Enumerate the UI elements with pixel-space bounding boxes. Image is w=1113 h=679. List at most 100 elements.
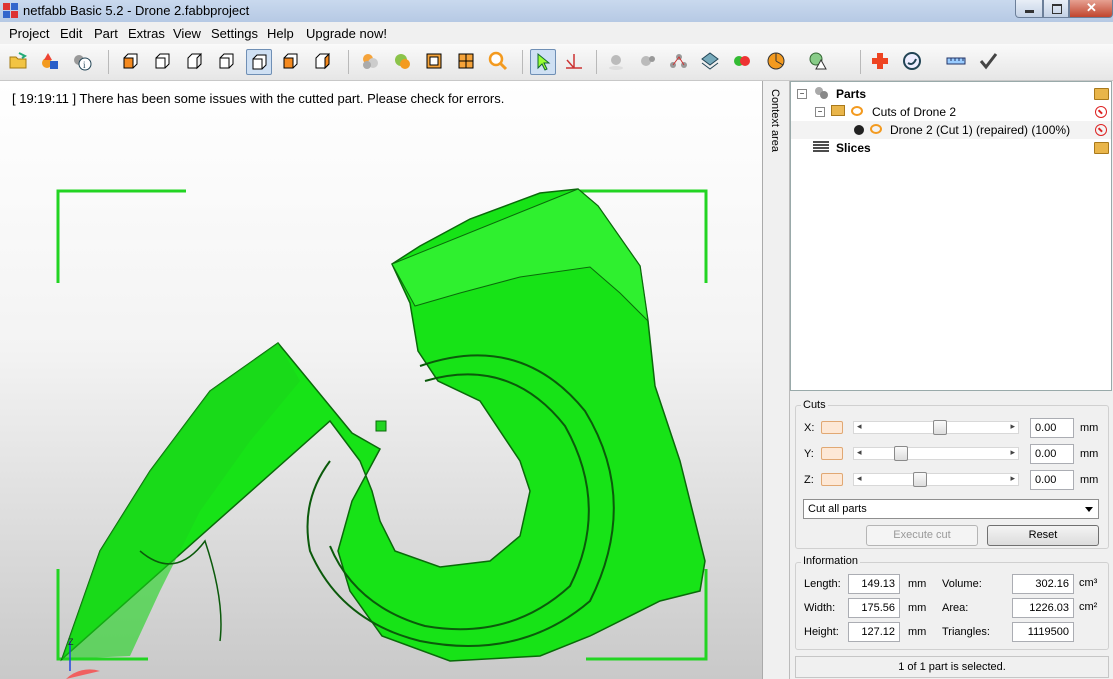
repair-icon[interactable] — [868, 49, 894, 75]
parts-tree: − Parts − Cuts of Drone 2 Drone 2 (Cut 1… — [790, 81, 1112, 391]
menu-project[interactable]: Project — [9, 26, 49, 41]
zoom-icon[interactable] — [486, 49, 512, 75]
context-area-label: Context area — [769, 89, 781, 152]
menu-upgrade[interactable]: Upgrade now! — [306, 26, 387, 41]
select-icon[interactable] — [530, 49, 556, 75]
tree-part-label: Drone 2 (Cut 1) (repaired) (100%) — [890, 123, 1071, 137]
visibility-eye-icon[interactable] — [851, 106, 863, 116]
cut-x-input[interactable]: 0.00 — [1030, 418, 1074, 438]
tree-slices-label: Slices — [836, 141, 871, 155]
ruler-icon[interactable] — [944, 49, 970, 75]
information-panel: Information Length: 149.13 mm Volume: 30… — [795, 555, 1109, 650]
cut-y-toggle[interactable] — [821, 447, 843, 460]
maximize-button[interactable] — [1043, 0, 1069, 18]
minimize-button[interactable] — [1015, 0, 1043, 18]
width-unit: mm — [908, 602, 927, 614]
cut-x-thumb[interactable] — [932, 420, 947, 435]
volume-unit: cm³ — [1079, 577, 1098, 589]
height-unit: mm — [908, 626, 927, 638]
part-info-icon[interactable]: i — [70, 49, 96, 75]
height-label: Height: — [804, 626, 839, 638]
menu-extras[interactable]: Extras — [128, 26, 165, 41]
sphere-icon[interactable] — [604, 49, 630, 75]
area-value: 1226.03 — [1012, 598, 1074, 618]
cut-z-toggle[interactable] — [821, 473, 843, 486]
menu-view[interactable]: View — [173, 26, 201, 41]
view-right-icon[interactable] — [214, 49, 240, 75]
window-title: netfabb Basic 5.2 - Drone 2.fabbproject — [23, 3, 250, 18]
shaded-icon[interactable] — [358, 49, 384, 75]
cut-z-input[interactable]: 0.00 — [1030, 470, 1074, 490]
cut-y-input[interactable]: 0.00 — [1030, 444, 1074, 464]
quality-icon[interactable] — [900, 49, 926, 75]
slices-icon — [813, 141, 829, 153]
pie-icon[interactable] — [764, 49, 790, 75]
selection-status: 1 of 1 part is selected. — [795, 656, 1109, 678]
cut-x-toggle[interactable] — [821, 421, 843, 434]
measure-icon[interactable] — [562, 49, 588, 75]
group-folder-icon — [831, 105, 845, 116]
cut-handle — [375, 420, 387, 432]
reset-button[interactable]: Reset — [987, 525, 1099, 546]
cut-x-label: X: — [804, 422, 815, 434]
tree-parts-label: Parts — [836, 87, 867, 101]
3d-viewport[interactable]: Z [ 19:19:11 ] There has been some issue… — [0, 81, 763, 679]
warning-icon[interactable] — [806, 49, 832, 75]
part-scene[interactable]: Z — [0, 81, 762, 679]
spheres-icon[interactable] — [636, 49, 662, 75]
add-part-icon[interactable] — [38, 49, 64, 75]
height-value: 127.12 — [848, 622, 900, 642]
cut-y-thumb[interactable] — [894, 446, 909, 461]
view-front-icon[interactable] — [118, 49, 144, 75]
cut-y-label: Y: — [804, 448, 814, 460]
folder-open-icon[interactable] — [1094, 88, 1109, 100]
cut-z-slider[interactable]: ◂ ▸ — [853, 472, 1019, 487]
folder-open-icon[interactable] — [1094, 142, 1109, 154]
mesh-icon[interactable] — [454, 49, 480, 75]
menu-settings[interactable]: Settings — [211, 26, 258, 41]
context-area-tab[interactable]: Context area — [763, 81, 790, 679]
view-top-icon[interactable] — [246, 49, 272, 75]
cut-y-slider[interactable]: ◂ ▸ — [853, 446, 1019, 461]
axis-z-label: Z — [68, 637, 74, 647]
volume-value: 302.16 — [1012, 574, 1074, 594]
cut-y-unit: mm — [1080, 448, 1099, 460]
parts-icon — [813, 86, 829, 100]
info-title: Information — [801, 555, 861, 567]
volume-label: Volume: — [942, 578, 982, 590]
menu-help[interactable]: Help — [267, 26, 294, 41]
view-iso-icon[interactable] — [310, 49, 336, 75]
length-label: Length: — [804, 578, 841, 590]
view-back-icon[interactable] — [150, 49, 176, 75]
collapse-icon[interactable]: − — [815, 107, 825, 117]
menu-bar: Project Edit Part Extras View Settings H… — [0, 22, 1113, 44]
view-bottom-icon[interactable] — [278, 49, 304, 75]
layers-icon[interactable] — [698, 49, 724, 75]
cut-z-unit: mm — [1080, 474, 1099, 486]
colored-spheres-icon[interactable] — [730, 49, 756, 75]
menu-edit[interactable]: Edit — [60, 26, 82, 41]
open-icon[interactable] — [6, 49, 32, 75]
close-button[interactable] — [1069, 0, 1113, 18]
points-icon[interactable] — [666, 49, 692, 75]
collapse-icon[interactable]: − — [797, 89, 807, 99]
log-message: [ 19:19:11 ] There has been some issues … — [12, 91, 504, 106]
apply-icon[interactable] — [976, 49, 1002, 75]
visibility-eye-icon[interactable] — [870, 124, 882, 134]
remove-icon[interactable] — [1095, 106, 1107, 118]
netfabb-logo-icon — [3, 3, 18, 18]
cut-x-slider[interactable]: ◂ ▸ — [853, 420, 1019, 435]
triangles-value: 1119500 — [1012, 622, 1074, 642]
cut-mode-select[interactable]: Cut all parts — [803, 499, 1099, 519]
view-left-icon[interactable] — [182, 49, 208, 75]
tree-row-part[interactable]: Drone 2 (Cut 1) (repaired) (100%) — [791, 121, 1111, 139]
width-label: Width: — [804, 602, 836, 614]
tree-group-label: Cuts of Drone 2 — [872, 105, 957, 119]
remove-icon[interactable] — [1095, 124, 1107, 136]
cut-z-thumb[interactable] — [913, 472, 928, 487]
menu-part[interactable]: Part — [94, 26, 118, 41]
wireframe-icon[interactable] — [422, 49, 448, 75]
execute-cut-button[interactable]: Execute cut — [866, 525, 978, 546]
toolbar: i — [0, 44, 1113, 81]
color-icon[interactable] — [390, 49, 416, 75]
